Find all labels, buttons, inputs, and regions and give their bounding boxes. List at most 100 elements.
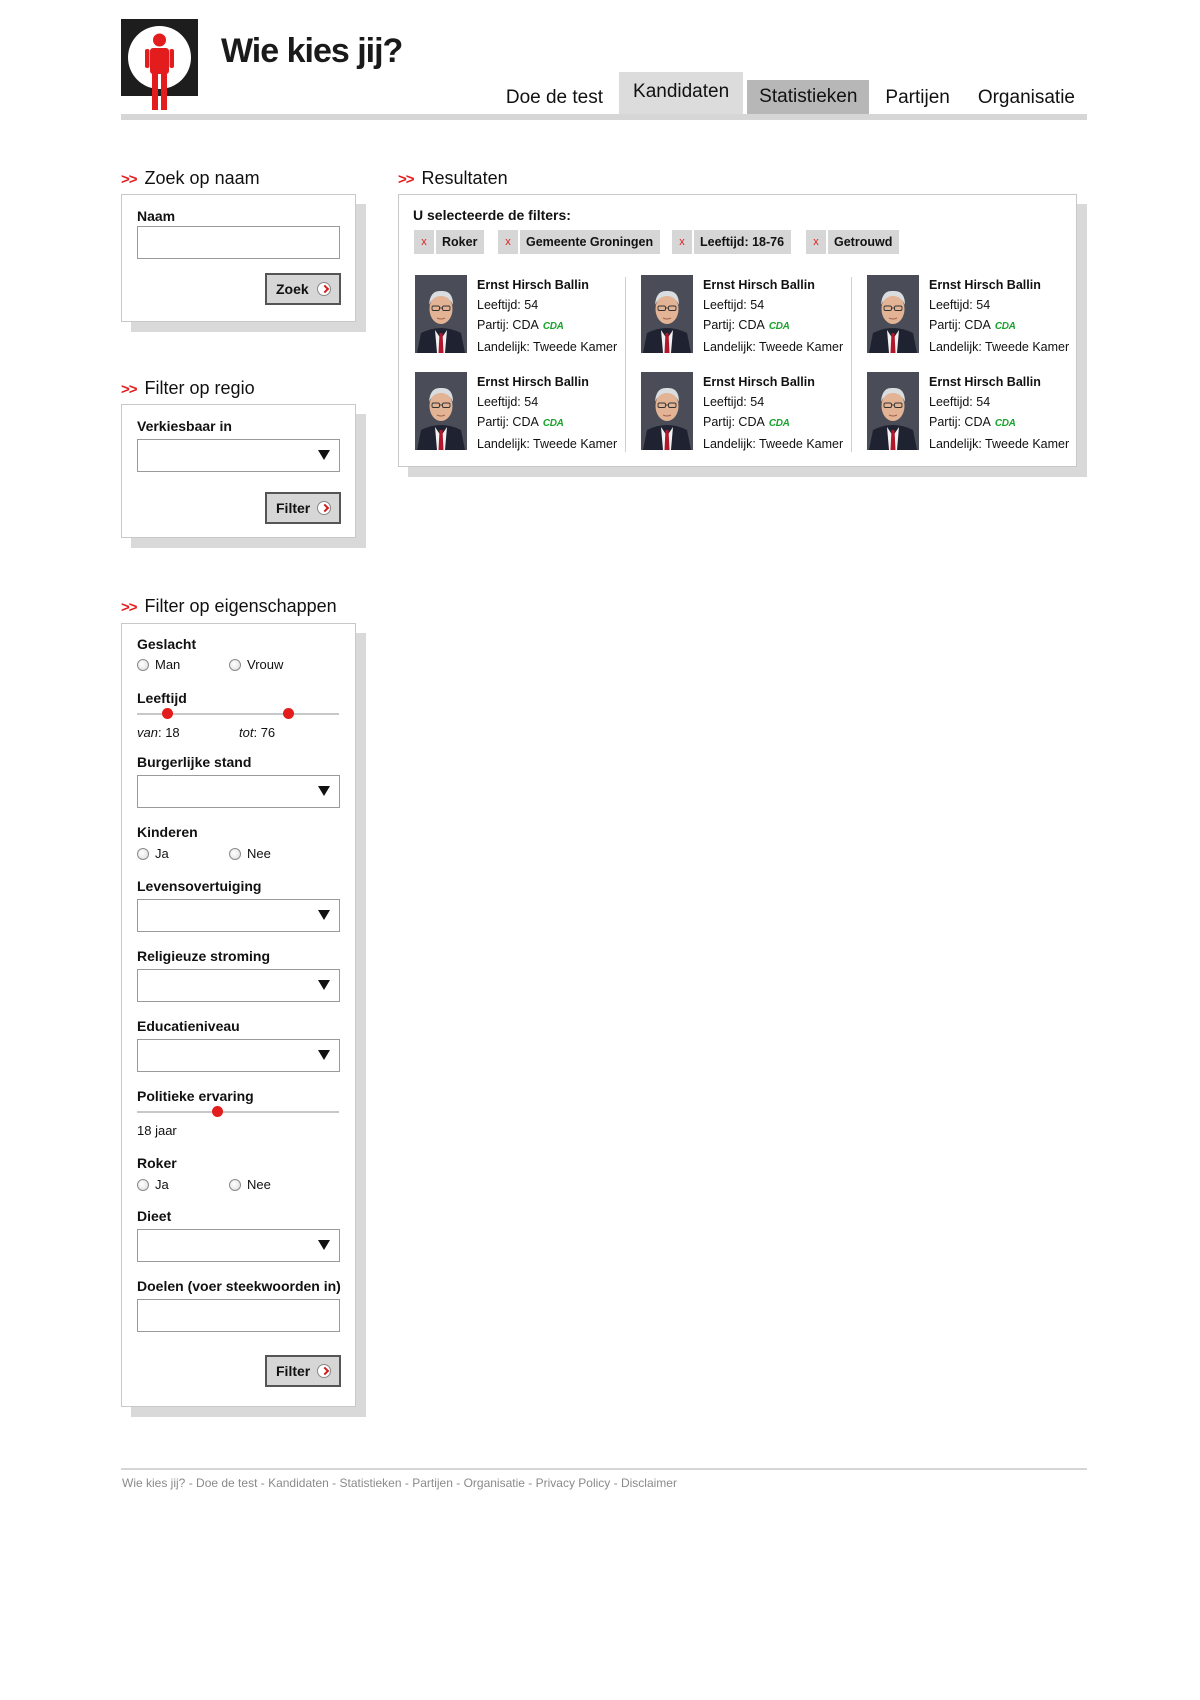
radio-button[interactable] xyxy=(137,1178,149,1191)
age-range-slider[interactable] xyxy=(137,708,339,719)
arrow-right-circle-icon xyxy=(317,501,331,515)
candidate-card[interactable]: Ernst Hirsch Ballin Leeftijd: 54 Partij:… xyxy=(641,372,851,451)
double-arrow-icon: >> xyxy=(121,381,138,398)
smoker-nee-option[interactable]: Nee xyxy=(229,1177,321,1192)
remove-filter-icon[interactable]: x xyxy=(414,230,436,254)
candidate-level: Landelijk: Tweede Kamer xyxy=(929,340,1070,354)
candidate-name[interactable]: Ernst Hirsch Ballin xyxy=(477,275,617,295)
footer-separator: - xyxy=(610,1476,621,1490)
candidate-age: Leeftijd: 54 xyxy=(703,298,765,312)
remove-filter-icon[interactable]: x xyxy=(672,230,694,254)
radio-button[interactable] xyxy=(137,847,149,860)
candidate-card[interactable]: Ernst Hirsch Ballin Leeftijd: 54 Partij:… xyxy=(641,275,851,354)
nav-partijen[interactable]: Partijen xyxy=(873,80,961,116)
candidate-photo[interactable] xyxy=(415,372,467,450)
filter-chip-label: Roker xyxy=(442,235,478,249)
header-divider xyxy=(121,114,1087,120)
gender-man-option[interactable]: Man xyxy=(137,657,229,672)
footer-link[interactable]: Partijen xyxy=(412,1476,453,1490)
belief-select[interactable] xyxy=(137,899,340,932)
candidate-name[interactable]: Ernst Hirsch Ballin xyxy=(477,372,617,392)
experience-handle[interactable] xyxy=(212,1106,224,1117)
nav-doe-de-test[interactable]: Doe de test xyxy=(494,80,615,116)
filter-chip: x Roker xyxy=(414,230,485,254)
gender-label: Geslacht xyxy=(137,636,197,652)
nav-organisatie[interactable]: Organisatie xyxy=(966,80,1087,116)
cda-logo: CDA xyxy=(768,418,790,429)
filter-chip-label: Getrouwd xyxy=(834,235,893,249)
candidate-card[interactable]: Ernst Hirsch Ballin Leeftijd: 54 Partij:… xyxy=(415,372,625,451)
search-button[interactable]: Zoek xyxy=(265,273,341,305)
properties-filter-button[interactable]: Filter xyxy=(265,1355,341,1387)
candidate-name[interactable]: Ernst Hirsch Ballin xyxy=(703,372,843,392)
children-ja-option[interactable]: Ja xyxy=(137,846,229,861)
goals-input[interactable] xyxy=(137,1299,340,1332)
column-divider xyxy=(625,277,626,452)
experience-slider[interactable] xyxy=(137,1106,339,1117)
footer-separator: - xyxy=(452,1476,464,1490)
dropdown-caret-icon xyxy=(318,1240,330,1250)
education-select[interactable] xyxy=(137,1039,340,1072)
religion-select[interactable] xyxy=(137,969,340,1002)
candidate-party: Partij: CDA CDA xyxy=(703,415,790,429)
properties-panel: Geslacht Man Vrouw Leeftijd van: 18 tot:… xyxy=(121,623,356,1407)
candidate-photo[interactable] xyxy=(867,275,919,353)
children-nee-option[interactable]: Nee xyxy=(229,846,321,861)
gender-vrouw-option[interactable]: Vrouw xyxy=(229,657,321,672)
candidate-card[interactable]: Ernst Hirsch Ballin Leeftijd: 54 Partij:… xyxy=(867,275,1077,354)
candidate-name[interactable]: Ernst Hirsch Ballin xyxy=(929,275,1069,295)
radio-button[interactable] xyxy=(137,658,149,671)
footer-link[interactable]: Organisatie xyxy=(464,1476,525,1490)
remove-filter-icon[interactable]: x xyxy=(806,230,828,254)
nav-statistieken[interactable]: Statistieken xyxy=(747,80,870,114)
candidate-name[interactable]: Ernst Hirsch Ballin xyxy=(703,275,843,295)
footer-link[interactable]: Privacy Policy xyxy=(536,1476,611,1490)
footer-link[interactable]: Doe de test xyxy=(196,1476,257,1490)
main-nav: Doe de test Kandidaten Statistieken Part… xyxy=(490,70,1087,116)
candidate-photo[interactable] xyxy=(867,372,919,450)
footer-separator: - xyxy=(328,1476,340,1490)
portrait-image xyxy=(867,275,919,353)
smoker-ja-option[interactable]: Ja xyxy=(137,1177,229,1192)
candidate-card[interactable]: Ernst Hirsch Ballin Leeftijd: 54 Partij:… xyxy=(867,372,1077,451)
double-arrow-icon: >> xyxy=(121,171,138,188)
age-min-readout: van: 18 xyxy=(137,725,180,740)
filter-chip: x Getrouwd xyxy=(806,230,900,254)
site-logo[interactable] xyxy=(121,19,198,96)
footer-link[interactable]: Wie kies jij? xyxy=(122,1476,185,1490)
age-min-handle[interactable] xyxy=(161,708,173,719)
candidate-card[interactable]: Ernst Hirsch Ballin Leeftijd: 54 Partij:… xyxy=(415,275,625,354)
footer-link[interactable]: Disclaimer xyxy=(621,1476,677,1490)
column-divider xyxy=(851,277,852,452)
radio-button[interactable] xyxy=(229,658,241,671)
footer-link[interactable]: Kandidaten xyxy=(268,1476,329,1490)
candidate-photo[interactable] xyxy=(641,275,693,353)
footer-link[interactable]: Statistieken xyxy=(339,1476,401,1490)
region-select[interactable] xyxy=(137,439,340,472)
name-input[interactable] xyxy=(137,226,340,259)
age-max-handle[interactable] xyxy=(283,708,294,719)
portrait-image xyxy=(641,372,693,450)
marital-select[interactable] xyxy=(137,775,340,808)
experience-readout: 18 jaar xyxy=(137,1123,177,1138)
candidate-name[interactable]: Ernst Hirsch Ballin xyxy=(929,372,1069,392)
candidate-photo[interactable] xyxy=(415,275,467,353)
candidate-party: Partij: CDA CDA xyxy=(929,318,1016,332)
smoker-radios: Ja Nee xyxy=(137,1177,321,1192)
remove-filter-icon[interactable]: x xyxy=(498,230,520,254)
region-filter-button[interactable]: Filter xyxy=(265,492,341,524)
region-heading: >> Filter op regio xyxy=(121,378,255,398)
dropdown-caret-icon xyxy=(318,786,330,796)
candidate-photo[interactable] xyxy=(641,372,693,450)
double-arrow-icon: >> xyxy=(121,599,138,616)
arrow-right-circle-icon xyxy=(317,282,331,296)
candidate-level: Landelijk: Tweede Kamer xyxy=(929,437,1070,451)
candidate-age: Leeftijd: 54 xyxy=(477,298,539,312)
filter-chip: x Gemeente Groningen xyxy=(498,230,661,254)
candidate-age: Leeftijd: 54 xyxy=(929,298,991,312)
nav-kandidaten[interactable]: Kandidaten xyxy=(619,72,744,116)
radio-button[interactable] xyxy=(229,1178,241,1191)
children-label: Kinderen xyxy=(137,824,198,840)
diet-select[interactable] xyxy=(137,1229,340,1262)
radio-button[interactable] xyxy=(229,847,241,860)
